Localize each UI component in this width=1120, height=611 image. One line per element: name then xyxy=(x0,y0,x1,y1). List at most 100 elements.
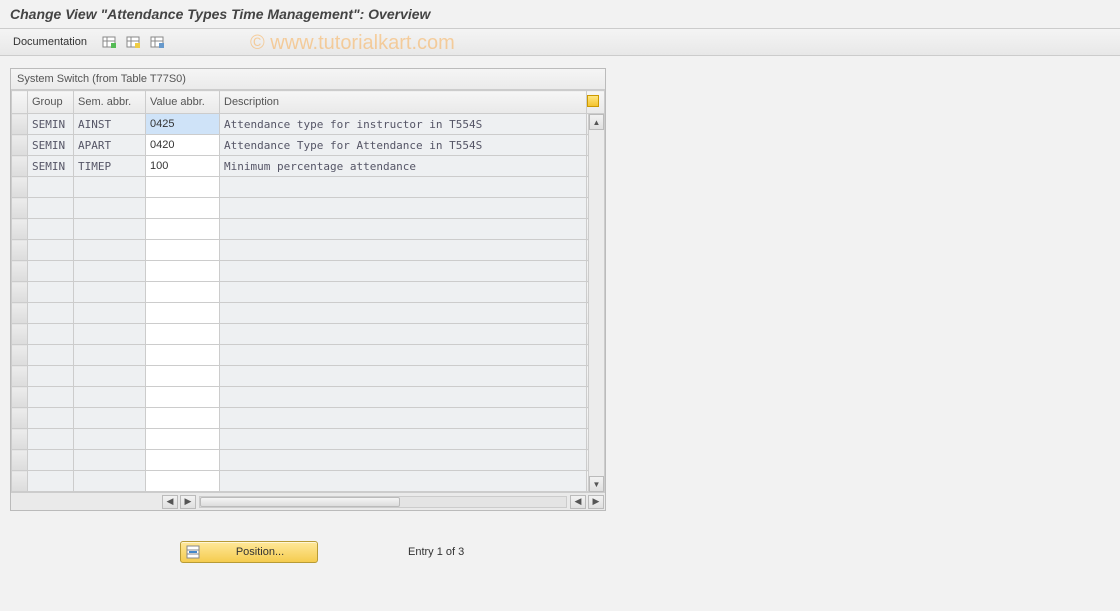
scroll-down-icon[interactable]: ▼ xyxy=(589,476,604,492)
table-row[interactable] xyxy=(12,177,605,198)
cell-val[interactable] xyxy=(146,177,220,198)
col-header-desc[interactable]: Description xyxy=(220,91,587,114)
table-row[interactable] xyxy=(12,429,605,450)
row-selector[interactable] xyxy=(12,387,28,408)
table-row[interactable] xyxy=(12,408,605,429)
cell-val[interactable]: 0420 xyxy=(146,135,220,156)
documentation-button[interactable]: Documentation xyxy=(6,32,94,52)
cell-val[interactable] xyxy=(146,408,220,429)
table-row[interactable] xyxy=(12,282,605,303)
cell-val[interactable] xyxy=(146,387,220,408)
col-header-val[interactable]: Value abbr. xyxy=(146,91,220,114)
cell-desc xyxy=(220,240,587,261)
row-selector[interactable] xyxy=(12,198,28,219)
horizontal-scrollbar[interactable]: ◀ ▶ ◀ ▶ xyxy=(11,492,605,510)
table-row[interactable]: SEMINAINST0425Attendance type for instru… xyxy=(12,114,605,135)
row-selector[interactable] xyxy=(12,135,28,156)
position-button[interactable]: Position... xyxy=(180,541,318,563)
row-selector[interactable] xyxy=(12,450,28,471)
hscroll-right-icon[interactable]: ▶ xyxy=(180,495,196,509)
row-selector[interactable] xyxy=(12,429,28,450)
select-all-header[interactable] xyxy=(12,91,28,114)
cell-val[interactable]: 0425 xyxy=(146,114,220,135)
cell-sem: AINST xyxy=(74,114,146,135)
row-selector[interactable] xyxy=(12,240,28,261)
table-row[interactable] xyxy=(12,219,605,240)
cell-val[interactable] xyxy=(146,261,220,282)
cell-val[interactable] xyxy=(146,240,220,261)
cell-sem xyxy=(74,408,146,429)
entry-count: Entry 1 of 3 xyxy=(408,546,464,558)
table-row[interactable] xyxy=(12,198,605,219)
table-row[interactable]: SEMINTIMEP100Minimum percentage attendan… xyxy=(12,156,605,177)
cell-sem xyxy=(74,219,146,240)
cell-val[interactable] xyxy=(146,345,220,366)
cell-sem xyxy=(74,177,146,198)
table-row[interactable] xyxy=(12,261,605,282)
grid-config-button[interactable] xyxy=(587,91,605,114)
cell-group xyxy=(28,450,74,471)
cell-group xyxy=(28,198,74,219)
cell-val[interactable] xyxy=(146,198,220,219)
vertical-scrollbar[interactable]: ▲ ▼ xyxy=(588,114,604,492)
row-selector[interactable] xyxy=(12,156,28,177)
hscroll-right2-icon[interactable]: ▶ xyxy=(588,495,604,509)
cell-group xyxy=(28,324,74,345)
cell-val[interactable] xyxy=(146,450,220,471)
hscroll-thumb[interactable] xyxy=(200,497,400,507)
row-selector[interactable] xyxy=(12,282,28,303)
table-new-icon[interactable] xyxy=(100,33,118,51)
table-row[interactable]: SEMINAPART0420Attendance Type for Attend… xyxy=(12,135,605,156)
row-selector[interactable] xyxy=(12,345,28,366)
table-delete-icon[interactable] xyxy=(148,33,166,51)
hscroll-left2-icon[interactable]: ◀ xyxy=(570,495,586,509)
hscroll-left-icon[interactable]: ◀ xyxy=(162,495,178,509)
row-selector[interactable] xyxy=(12,303,28,324)
col-header-sem[interactable]: Sem. abbr. xyxy=(74,91,146,114)
scroll-up-icon[interactable]: ▲ xyxy=(589,114,604,130)
cell-desc xyxy=(220,198,587,219)
col-header-group[interactable]: Group xyxy=(28,91,74,114)
hscroll-track[interactable] xyxy=(199,496,567,508)
row-selector[interactable] xyxy=(12,261,28,282)
row-selector[interactable] xyxy=(12,219,28,240)
row-selector[interactable] xyxy=(12,408,28,429)
cell-group xyxy=(28,408,74,429)
cell-val[interactable] xyxy=(146,429,220,450)
table-copy-icon[interactable] xyxy=(124,33,142,51)
cell-group: SEMIN xyxy=(28,156,74,177)
cell-desc: Attendance Type for Attendance in T554S xyxy=(220,135,587,156)
cell-sem xyxy=(74,387,146,408)
table-row[interactable] xyxy=(12,471,605,492)
cell-val[interactable] xyxy=(146,303,220,324)
cell-val[interactable] xyxy=(146,471,220,492)
scroll-track[interactable] xyxy=(589,130,604,476)
cell-val[interactable] xyxy=(146,366,220,387)
cell-val[interactable] xyxy=(146,219,220,240)
cell-val[interactable]: 100 xyxy=(146,156,220,177)
row-selector[interactable] xyxy=(12,177,28,198)
cell-group xyxy=(28,177,74,198)
cell-desc xyxy=(220,177,587,198)
cell-group xyxy=(28,261,74,282)
table-row[interactable] xyxy=(12,240,605,261)
position-icon xyxy=(183,543,203,561)
cell-sem xyxy=(74,240,146,261)
data-grid[interactable]: Group Sem. abbr. Value abbr. Description… xyxy=(11,90,605,492)
cell-desc xyxy=(220,303,587,324)
table-row[interactable] xyxy=(12,450,605,471)
table-row[interactable] xyxy=(12,345,605,366)
cell-sem xyxy=(74,303,146,324)
table-row[interactable] xyxy=(12,303,605,324)
cell-group xyxy=(28,240,74,261)
cell-val[interactable] xyxy=(146,324,220,345)
table-row[interactable] xyxy=(12,324,605,345)
cell-val[interactable] xyxy=(146,282,220,303)
table-row[interactable] xyxy=(12,366,605,387)
footer: Position... Entry 1 of 3 xyxy=(180,541,1120,563)
row-selector[interactable] xyxy=(12,366,28,387)
row-selector[interactable] xyxy=(12,114,28,135)
row-selector[interactable] xyxy=(12,471,28,492)
row-selector[interactable] xyxy=(12,324,28,345)
table-row[interactable] xyxy=(12,387,605,408)
